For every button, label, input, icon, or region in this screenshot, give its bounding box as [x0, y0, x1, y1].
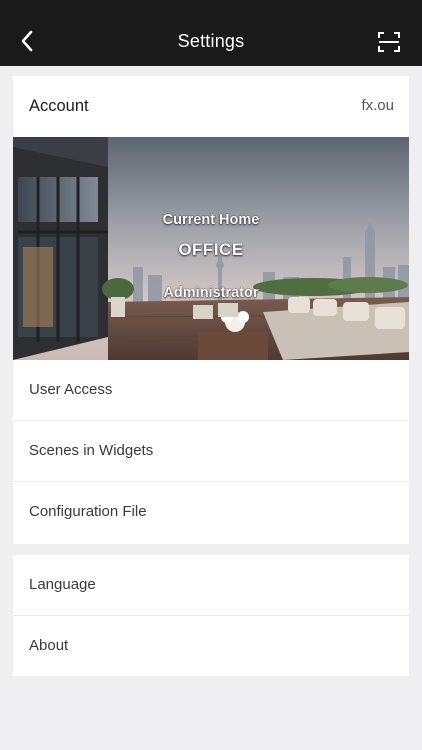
- account-label: Account: [29, 97, 89, 115]
- home-subtitle: Current Home: [162, 212, 260, 228]
- menu-item-user-access[interactable]: User Access: [13, 360, 409, 421]
- home-name: OFFICE: [178, 240, 244, 259]
- menu-item-label: Language: [29, 576, 96, 593]
- menu-item-about[interactable]: About: [13, 616, 409, 677]
- menu-item-label: Scenes in Widgets: [29, 442, 154, 459]
- menu-item-scenes-in-widgets[interactable]: Scenes in Widgets: [13, 421, 409, 482]
- home-banner[interactable]: Current Home OFFICE Administrator: [13, 137, 409, 360]
- settings-card: Account fx.ou Current Home OFFICE Admini…: [13, 76, 409, 544]
- page-title: Settings: [177, 31, 245, 51]
- home-role: Administrator: [163, 285, 259, 301]
- scan-icon: [378, 32, 400, 52]
- general-settings-card: Language About: [13, 555, 409, 676]
- menu-item-configuration-file[interactable]: Configuration File: [13, 482, 409, 543]
- menu-item-label: About: [29, 637, 69, 654]
- account-username: fx.ou: [361, 97, 394, 114]
- menu-item-label: User Access: [29, 381, 113, 398]
- menu-item-label: Configuration File: [29, 503, 147, 520]
- navigation-bar: Settings: [0, 0, 422, 66]
- menu-item-language[interactable]: Language: [13, 555, 409, 616]
- scan-button[interactable]: [372, 26, 406, 58]
- account-row[interactable]: Account fx.ou: [13, 76, 409, 137]
